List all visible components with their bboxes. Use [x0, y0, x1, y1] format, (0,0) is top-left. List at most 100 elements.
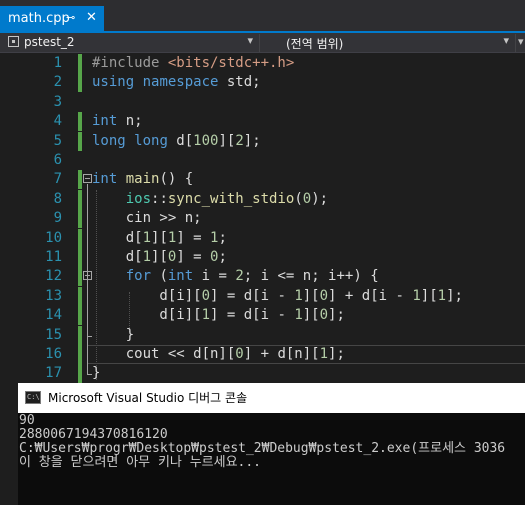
console-titlebar[interactable]: C:\ Microsoft Visual Studio 디버그 콘솔 — [18, 383, 525, 413]
code-token: d[ — [92, 230, 143, 246]
code-line[interactable]: 11 d[1][0] = 0; — [0, 248, 525, 267]
code-line[interactable]: 8 ios::sync_with_stdio(0); — [0, 190, 525, 209]
code-line[interactable]: 3 — [0, 93, 525, 112]
line-number: 4 — [53, 113, 62, 129]
line-number: 11 — [45, 249, 62, 265]
project-dropdown[interactable]: pstest_2 ▾ — [4, 34, 260, 52]
code-text: cin >> n; — [92, 209, 202, 228]
code-line[interactable]: 12 for (int i = 2; i <= n; i++) { — [0, 267, 525, 286]
code-token: ]; — [328, 307, 345, 323]
code-token: 1 — [319, 346, 329, 362]
code-token: 1 — [412, 288, 421, 304]
line-number: 1 — [53, 55, 62, 71]
console-icon: C:\ — [25, 391, 41, 404]
line-number: 13 — [45, 288, 62, 304]
code-token: main — [125, 171, 160, 187]
code-text: #include <bits/stdc++.h> — [92, 54, 294, 73]
code-line[interactable]: 2 using namespace std; — [0, 73, 525, 92]
code-token: ( — [151, 268, 168, 284]
code-text: cout << d[n][0] + d[n][1]; — [92, 345, 345, 364]
change-indicator — [78, 287, 82, 306]
code-token: :: — [151, 191, 168, 207]
code-token: ]; — [243, 133, 261, 149]
code-editor[interactable]: 1 #include <bits/stdc++.h> 2 using namespac… — [0, 53, 525, 384]
member-dropdown-arrow-icon[interactable]: ▾ — [518, 35, 524, 48]
fold-region-end — [87, 374, 92, 375]
tab-math-cpp[interactable]: math.cpp ⊸ ✕ — [0, 6, 104, 31]
chevron-down-icon: ▾ — [503, 34, 509, 47]
code-text: } — [92, 326, 134, 345]
code-token: d[ — [167, 133, 194, 149]
code-token: 1 — [294, 307, 303, 323]
code-line[interactable]: 15 } — [0, 326, 525, 345]
code-token: 1 — [201, 307, 211, 323]
project-name: pstest_2 — [24, 35, 75, 49]
change-indicator — [78, 229, 82, 248]
line-number: 7 — [53, 171, 62, 187]
change-indicator — [78, 267, 82, 286]
code-text: int n; — [92, 112, 143, 131]
code-line[interactable]: 6 — [0, 151, 525, 170]
close-icon[interactable]: ✕ — [86, 10, 97, 25]
code-line[interactable]: 17} — [0, 364, 525, 383]
code-line[interactable]: 9 cin >> n; — [0, 209, 525, 228]
scope-name: (전역 범위) — [286, 37, 344, 51]
code-token: n; — [117, 113, 143, 129]
code-token: <bits/stdc++.h> — [167, 55, 295, 71]
project-icon — [8, 36, 19, 47]
code-line[interactable]: 5 long long d[100][2]; — [0, 132, 525, 151]
code-token: 2 — [235, 133, 244, 149]
line-number: 10 — [45, 230, 62, 246]
scope-dropdown[interactable]: (전역 범위) ▾ — [266, 34, 516, 52]
line-number: 2 — [53, 74, 62, 90]
code-token: 0 — [319, 307, 329, 323]
code-line[interactable]: 16 cout << d[n][0] + d[n][1]; — [0, 345, 525, 364]
console-output-line: C:₩Users₩progr₩Desktop₩pstest_2₩Debug₩ps… — [19, 441, 506, 456]
change-indicator — [78, 364, 82, 383]
debug-console-window[interactable]: C:\ Microsoft Visual Studio 디버그 콘솔 90 288… — [18, 383, 525, 505]
code-token: d[ — [92, 249, 143, 265]
code-token: int — [167, 268, 194, 284]
change-indicator — [78, 209, 82, 228]
fold-region-end — [87, 336, 92, 337]
code-line[interactable]: 13 d[i][0] = d[i - 1][0] + d[i - 1][1]; — [0, 287, 525, 306]
code-token: ; i <= n; i++) { — [243, 268, 379, 284]
code-text: int main() { — [92, 170, 193, 189]
code-token: ] = — [176, 249, 211, 265]
change-indicator — [78, 112, 82, 131]
line-number: 14 — [45, 307, 62, 323]
code-text: ios::sync_with_stdio(0); — [92, 190, 328, 209]
code-token: 1 — [142, 230, 152, 246]
code-line[interactable]: 4 int n; — [0, 112, 525, 131]
code-token: ] = d[i - — [210, 307, 295, 323]
code-token: ; — [218, 249, 227, 265]
code-token: int — [92, 171, 118, 187]
code-token: d[i][ — [92, 288, 202, 304]
code-line[interactable]: 14 d[i][1] = d[i - 1][0]; — [0, 306, 525, 325]
code-token: ]; — [328, 346, 345, 362]
line-number: 3 — [53, 94, 62, 110]
code-line[interactable]: 7 int main() { — [0, 170, 525, 189]
pin-icon[interactable]: ⊸ — [66, 11, 75, 24]
code-token: ][ — [151, 249, 168, 265]
code-text: } — [92, 364, 100, 383]
code-text: long long d[100][2]; — [92, 132, 261, 151]
change-indicator — [78, 190, 82, 209]
collapse-toggle-icon[interactable] — [83, 174, 92, 183]
code-text: using namespace std; — [92, 73, 261, 92]
code-token: ]; — [446, 288, 463, 304]
code-text: d[1][0] = 0; — [92, 248, 227, 267]
code-text: d[1][1] = 1; — [92, 229, 227, 248]
console-output[interactable]: 90 2880067194370816120 C:₩Users₩progr₩Desk… — [19, 414, 525, 470]
code-token: namespace — [142, 74, 219, 90]
code-token: 0 — [235, 346, 244, 362]
code-token: sync_with_stdio — [167, 191, 295, 207]
code-line[interactable]: 1 #include <bits/stdc++.h> — [0, 54, 525, 73]
change-indicator — [78, 132, 82, 151]
code-line[interactable]: 10 d[1][1] = 1; — [0, 229, 525, 248]
code-text: d[i][1] = d[i - 1][0]; — [92, 306, 345, 325]
change-indicator — [78, 248, 82, 267]
